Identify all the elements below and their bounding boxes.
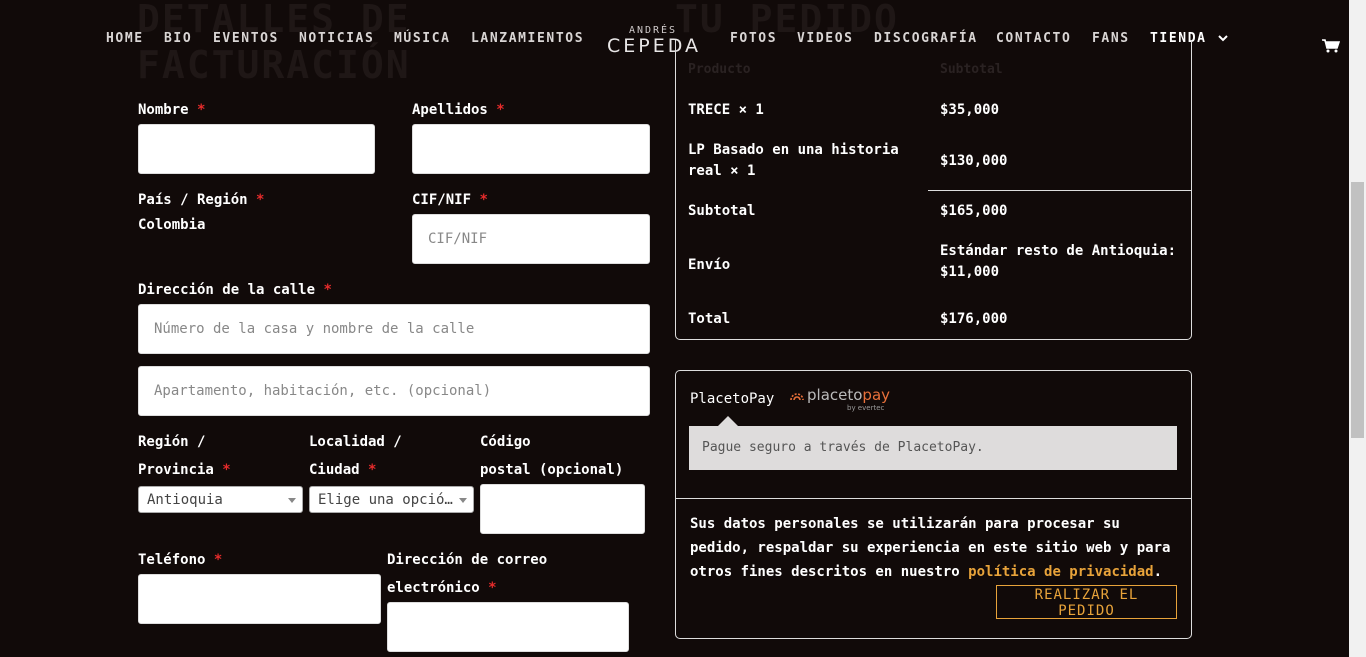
postal-label-line2: postal (opcional) [480,462,624,478]
payment-divider [676,498,1191,499]
chevron-down-icon [1218,35,1228,42]
nav-bio[interactable]: BIO [164,31,192,46]
tax-id-label: CIF/NIF * [412,192,488,208]
placetopay-logo-icon [790,393,804,401]
street-input[interactable] [138,304,650,354]
order-item-name: TRECE × 1 [688,102,764,118]
privacy-notice: Sus datos personales se utilizarán para … [690,516,1171,580]
postal-code-input[interactable] [480,484,645,534]
email-label-line2: electrónico * [387,580,497,596]
region-select[interactable]: Antioquia [138,486,303,513]
region-label-line1: Región / [138,434,206,450]
subtotal-value: $165,000 [940,203,1008,219]
city-select-value: Elige una opció… [318,492,453,508]
phone-input[interactable] [138,574,381,624]
region-label-line2: Provincia * [138,462,231,478]
region-select-value: Antioquia [147,492,223,508]
order-heading: TU PEDIDO [675,0,899,41]
billing-heading-line2: FACTURACIÓN [137,43,411,87]
email-label-line1: Dirección de correo [387,552,548,568]
shipping-value: Estándar resto de Antioquia: $11,000 [940,243,1177,280]
country-label: País / Región * [138,192,265,208]
order-col-product: Producto [688,62,751,77]
city-label-line2: Ciudad * [309,462,377,478]
nav-home[interactable]: HOME [106,31,144,46]
tax-id-input[interactable] [412,214,650,264]
street2-input[interactable] [138,366,650,416]
phone-label: Teléfono * [138,552,223,568]
placetopay-logo: placetopay by evertec [789,386,894,416]
last-name-label: Apellidos * [412,102,505,118]
nav-noticias[interactable]: NOTICIAS [299,31,374,46]
order-col-subtotal: Subtotal [940,62,1003,77]
total-value: $176,000 [940,311,1008,327]
shipping-label: Envío [688,257,731,273]
city-label-line1: Localidad / [309,434,402,450]
country-value: Colombia [138,217,206,233]
order-item-price: $130,000 [940,153,1008,169]
first-name-label: Nombre * [138,102,206,118]
nav-musica[interactable]: MÚSICA [394,31,451,46]
total-label: Total [688,311,731,327]
dropdown-arrow-icon [288,498,296,503]
nav-lanzamientos[interactable]: LANZAMIENTOS [471,31,584,46]
subtotal-label: Subtotal [688,203,756,219]
order-item-price: $35,000 [940,102,1000,118]
postal-label-line1: Código [480,434,531,450]
privacy-policy-link[interactable]: política de privacidad [968,564,1153,580]
first-name-input[interactable] [138,124,375,174]
last-name-input[interactable] [412,124,650,174]
order-item-name: LP Basado en una historia real × 1 [688,142,899,179]
dropdown-arrow-icon [459,498,467,503]
payment-method-placetopay[interactable]: PlacetoPay [690,389,774,410]
street-label: Dirección de la calle * [138,282,332,298]
nav-eventos[interactable]: EVENTOS [213,31,279,46]
place-order-button[interactable]: REALIZAR EL PEDIDO [996,585,1177,619]
payment-description: Pague seguro a través de PlacetoPay. [689,426,1177,470]
cart-icon[interactable] [1322,39,1340,53]
subtotal-divider [928,190,1191,191]
scrollbar-thumb[interactable] [1351,182,1364,438]
city-select[interactable]: Elige una opció… [309,486,474,513]
email-input[interactable] [387,602,629,652]
